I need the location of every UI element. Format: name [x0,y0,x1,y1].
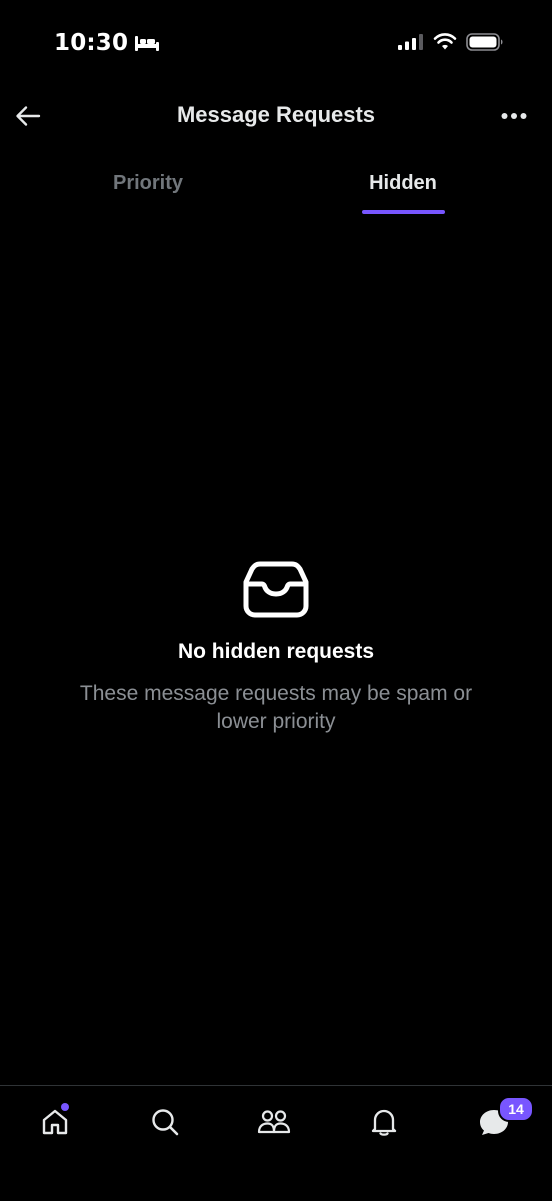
page-title: Message Requests [176,102,376,127]
nav-messages-button[interactable]: 14 [474,1096,534,1142]
nav-header: Message Requests [0,88,552,144]
nav-search-button[interactable] [145,1102,185,1142]
nav-home-button[interactable] [35,1102,75,1142]
empty-state-title: No hidden requests [177,640,375,663]
more-options-button[interactable] [498,102,530,130]
tab-priority[interactable]: Priority [0,160,276,216]
tab-hidden[interactable]: Hidden [276,160,552,216]
search-icon [152,1109,179,1136]
wifi-icon [433,33,457,50]
communities-icon [257,1110,291,1134]
notifications-bell-icon [371,1109,397,1136]
tab-bar: Priority Hidden [0,160,552,216]
status-bar: 10:30 [0,0,552,88]
bottom-nav-bar: 14 [0,1085,552,1201]
tab-priority-label: Priority [112,172,184,194]
home-notification-dot [61,1103,69,1111]
cellular-signal-icon [398,34,423,50]
home-icon [42,1109,68,1135]
tab-selected-indicator [362,210,445,214]
status-time-group: 10:30 [54,30,160,56]
more-horizontal-icon [501,113,527,119]
status-time: 10:30 [54,30,129,56]
messages-unread-badge: 14 [498,1096,534,1122]
nav-communities-button[interactable] [254,1102,294,1142]
tab-hidden-label: Hidden [369,172,437,194]
empty-state-subtitle: These message requests may be spam or lo… [79,682,473,733]
nav-notifications-button[interactable] [364,1102,404,1142]
status-icons [398,33,504,51]
battery-icon [466,33,503,51]
inbox-icon [243,561,309,618]
empty-state: No hidden requests These message request… [0,560,552,736]
sleep-icon [135,36,160,51]
